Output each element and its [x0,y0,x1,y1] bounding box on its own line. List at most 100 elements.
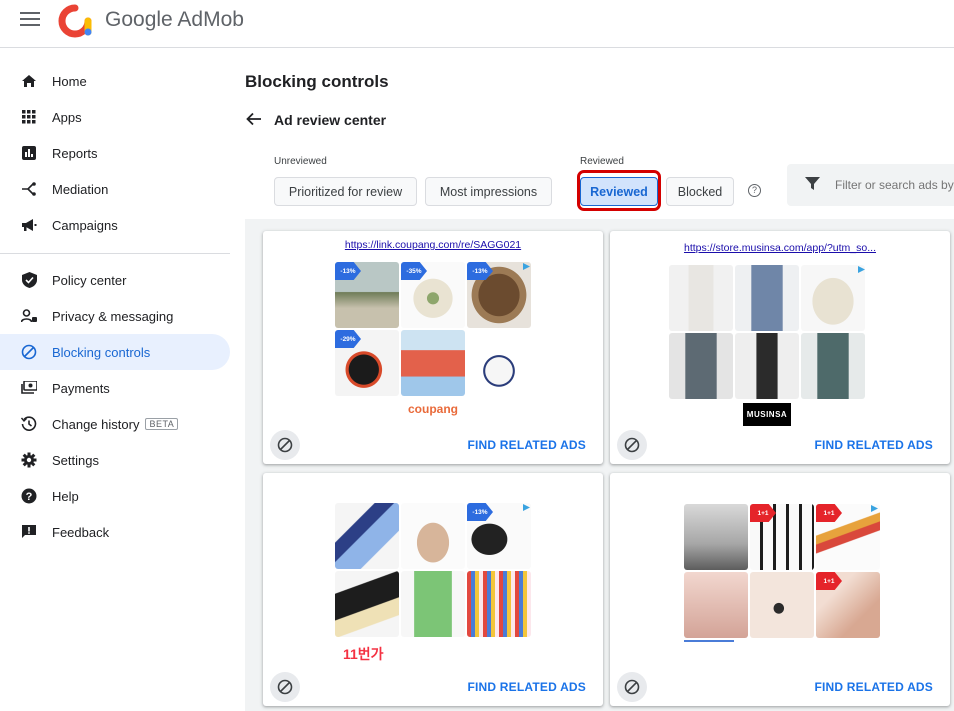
ad-product-image [401,503,465,569]
sidebar: Home Apps Reports Mediation Campaigns Po… [0,48,245,711]
ad-product-image [669,333,733,399]
block-icon [624,679,640,695]
promo-badge: 1+1 [816,504,842,522]
ad-product-image: -13% [467,262,531,328]
ad-product-image: -13% [467,503,531,569]
sidebar-item-blocking-controls[interactable]: Blocking controls [0,334,230,370]
sidebar-item-payments[interactable]: Payments [0,370,230,406]
find-related-ads-link[interactable]: FIND RELATED ADS [814,680,933,694]
mediation-icon [20,180,38,198]
adchoices-icon [871,505,878,512]
adchoices-icon [523,504,530,511]
help-circle-icon[interactable]: ? [748,184,761,197]
ad-creative [669,265,865,399]
ad-product-image [684,504,748,570]
top-app-bar: Google AdMob [0,0,954,48]
ad-product-image [401,330,465,396]
feedback-icon [20,523,38,541]
ad-creative: 1+1 1+1 1+1 [684,504,880,638]
ad-destination-link[interactable]: https://link.coupang.com/re/SAGG021 [263,239,603,251]
privacy-icon [20,307,38,325]
unreviewed-group-label: Unreviewed [274,156,327,167]
brand-logo: 11번가 [343,646,384,662]
sidebar-item-label: Policy center [52,272,127,288]
brand-logo: MUSINSA [746,410,788,419]
ad-product-image: 1+1 [750,504,814,570]
ad-product-image [669,265,733,331]
sidebar-item-mediation[interactable]: Mediation [0,171,230,207]
sidebar-item-help[interactable]: ? Help [0,478,230,514]
filter-funnel-icon[interactable] [805,176,820,191]
sidebar-item-home[interactable]: Home [0,63,230,99]
ad-product-image: -13% [335,262,399,328]
ad-card: https://link.coupang.com/re/SAGG021 -13%… [263,231,603,464]
find-related-ads-link[interactable]: FIND RELATED ADS [467,438,586,452]
sidebar-item-label: Reports [52,145,98,161]
discount-badge: -13% [335,262,361,280]
sidebar-item-label: Apps [52,109,82,125]
sidebar-item-label: Settings [52,452,99,468]
discount-badge: -35% [401,262,427,280]
ad-card: 1+1 1+1 1+1 FIND RELATED ADS [610,473,950,706]
discount-badge: -29% [335,330,361,348]
sidebar-divider [0,253,230,254]
block-ad-button[interactable] [270,672,300,702]
ad-product-image [467,330,531,396]
hamburger-menu-icon[interactable] [20,12,40,28]
sidebar-item-settings[interactable]: Settings [0,442,230,478]
sidebar-item-privacy-messaging[interactable]: Privacy & messaging [0,298,230,334]
back-arrow-icon[interactable] [245,110,263,128]
sidebar-item-campaigns[interactable]: Campaigns [0,207,230,243]
ad-search-box[interactable] [787,164,954,206]
find-related-ads-link[interactable]: FIND RELATED ADS [814,438,933,452]
svg-text:?: ? [26,491,33,503]
brand-logo: coupang [408,402,458,416]
sidebar-item-reports[interactable]: Reports [0,135,230,171]
highlight-ring [577,170,661,211]
page-title: Blocking controls [245,72,389,91]
help-icon: ? [20,487,38,505]
sidebar-item-label: Blocking controls [52,344,151,360]
shield-icon [20,271,38,289]
block-icon [624,437,640,453]
ad-creative: -13% -35% -13% -29% [335,262,531,396]
adchoices-icon [858,266,865,273]
promo-badge: 1+1 [816,572,842,590]
block-ad-button[interactable] [617,430,647,460]
ad-product-image [750,572,814,638]
ad-footer-line [684,640,734,642]
apps-grid-icon [20,108,38,126]
ad-product-image [467,571,531,637]
prioritized-for-review-chip[interactable]: Prioritized for review [274,177,417,206]
most-impressions-chip[interactable]: Most impressions [425,177,552,206]
sidebar-item-change-history[interactable]: Change history BETA [0,406,230,442]
reports-icon [20,144,38,162]
ad-creative: -13% [335,503,531,637]
payments-icon [20,379,38,397]
promo-badge: 1+1 [750,504,776,522]
ad-product-image [735,333,799,399]
ad-product-image: 1+1 [816,504,880,570]
ad-product-image [335,571,399,637]
ad-product-image [335,503,399,569]
reviewed-group-label: Reviewed [580,156,624,167]
sidebar-item-policy-center[interactable]: Policy center [0,262,230,298]
admob-logo-icon [58,4,92,38]
block-icon [20,343,38,361]
discount-badge: -13% [467,262,493,280]
ad-destination-link[interactable]: https://store.musinsa.com/app/?utm_so... [610,242,950,254]
ad-search-input[interactable] [835,164,954,206]
sidebar-item-apps[interactable]: Apps [0,99,230,135]
ad-card: https://store.musinsa.com/app/?utm_so...… [610,231,950,464]
find-related-ads-link[interactable]: FIND RELATED ADS [467,680,586,694]
block-ad-button[interactable] [617,672,647,702]
block-ad-button[interactable] [270,430,300,460]
block-icon [277,437,293,453]
ad-product-image: -35% [401,262,465,328]
blocked-chip[interactable]: Blocked [666,177,734,206]
sidebar-item-label: Change history [52,416,140,432]
block-icon [277,679,293,695]
discount-badge: -13% [467,503,493,521]
beta-badge: BETA [145,418,179,430]
sidebar-item-feedback[interactable]: Feedback [0,514,230,550]
